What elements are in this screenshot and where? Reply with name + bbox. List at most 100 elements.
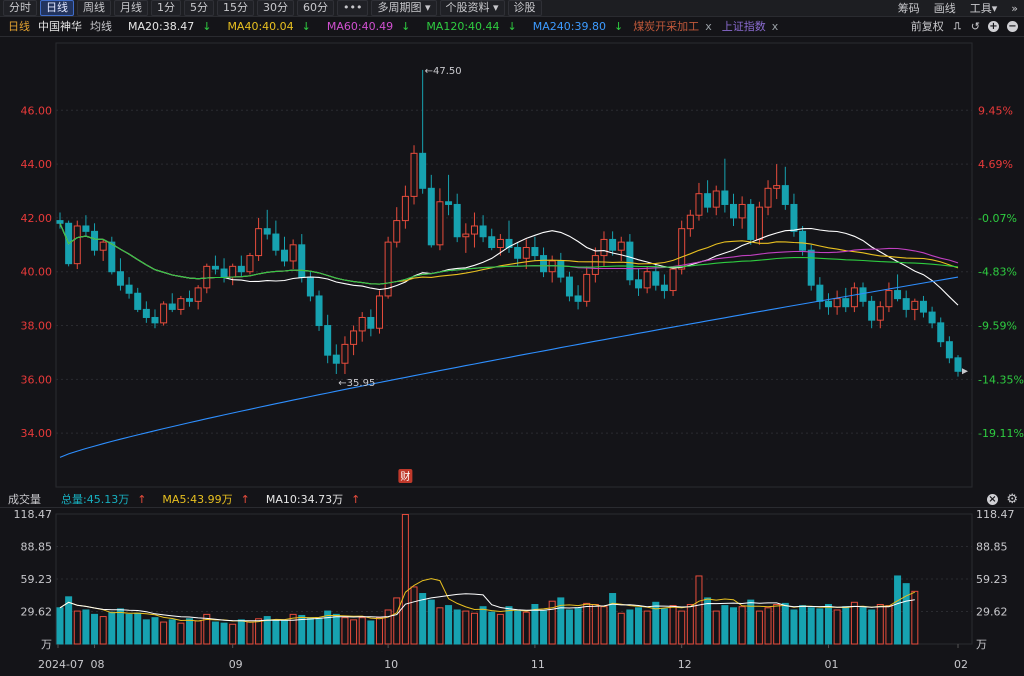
candle-down	[91, 230, 99, 251]
plot-border	[55, 42, 973, 488]
candle-up	[410, 152, 418, 197]
zoom-out-icon[interactable]: −	[1007, 20, 1018, 32]
volume-bar-up	[833, 609, 841, 645]
low-price-label: ←35.95	[338, 378, 375, 389]
close-icon[interactable]: x	[772, 20, 779, 33]
volume-chart[interactable]: 118.47 118.47 88.85 88.85 59.23 59.23 29.62 29.…	[0, 507, 1024, 676]
volume-bar-up	[73, 610, 81, 645]
vol-tick-label: 万	[976, 638, 987, 651]
clock-icon[interactable]: ⎍	[952, 21, 963, 32]
volume-ma10: MA10:34.73万 ↑	[265, 493, 361, 506]
candle-down	[211, 265, 219, 270]
gear-icon[interactable]: ⚙	[1006, 492, 1018, 507]
tab-1min[interactable]: 1分	[151, 0, 181, 16]
volume-bar-down	[116, 608, 124, 645]
candle-up	[393, 220, 401, 243]
stock-info-dropdown[interactable]: 个股资料 ▾	[439, 0, 505, 16]
pct-tick-label: -0.07%	[978, 212, 1017, 225]
tab-weekly[interactable]: 周线	[77, 0, 111, 16]
candle-up	[194, 287, 202, 302]
draw-line-button[interactable]: 画线	[934, 0, 956, 16]
x-tick-label: 02	[954, 658, 968, 671]
tab-monthly[interactable]: 月线	[114, 0, 148, 16]
overlay-index[interactable]: 上证指数	[722, 18, 766, 34]
candle-up	[678, 228, 686, 270]
adjust-label: 前复权	[910, 20, 944, 33]
candle-up	[289, 244, 297, 262]
volume-bar-down	[626, 609, 634, 645]
tools-label: 工具	[969, 2, 992, 15]
candlestick-chart[interactable]: 46.00 9.45% 44.00 4.69% 42.00 -0.07% 40.00 -4.8…	[0, 36, 1024, 492]
undo-icon[interactable]: ↺	[971, 20, 980, 33]
tab-30min[interactable]: 30分	[257, 0, 294, 16]
price-grid	[55, 42, 973, 488]
tab-intraday[interactable]: 分时	[3, 0, 37, 16]
candle-down	[557, 260, 565, 278]
close-icon[interactable]: x	[705, 20, 712, 33]
volume-bar-down	[168, 619, 176, 645]
volume-bar-up	[643, 610, 651, 645]
volume-bar-down	[565, 609, 573, 645]
volume-bar-down	[488, 611, 496, 645]
multi-period-dropdown[interactable]: 多周期图 ▾	[371, 0, 437, 16]
more-periods-button[interactable]: •••	[337, 0, 369, 16]
candle-down	[272, 233, 280, 251]
candle-up	[695, 193, 703, 216]
tab-15min[interactable]: 15分	[217, 0, 254, 16]
ma240-line	[59, 276, 959, 458]
volume-bar-down	[574, 607, 582, 645]
y-tick-label: 42.00	[21, 212, 53, 225]
ma120-value: MA120:40.44 ↓	[426, 19, 517, 33]
vol-tick-label: 29.62	[21, 605, 53, 618]
candle-down	[125, 284, 133, 294]
chip-button[interactable]: 筹码	[898, 0, 920, 16]
overlay-sector[interactable]: 煤炭开采加工	[633, 18, 699, 34]
candle-down	[790, 203, 798, 232]
x-tick-label: 09	[229, 658, 243, 671]
candle-down	[306, 276, 314, 297]
candle-down	[652, 271, 660, 286]
candle-up	[229, 265, 237, 278]
candle-up	[911, 300, 919, 310]
tools-dropdown[interactable]: 工具▾	[970, 0, 998, 16]
vol-tick-label: 29.62	[976, 605, 1008, 618]
candle-down	[937, 322, 945, 343]
volume-bar-down	[82, 609, 90, 645]
candle-down	[626, 241, 634, 281]
volume-bar-down	[186, 618, 194, 645]
volume-bar-up	[695, 575, 703, 645]
volume-bar-up	[522, 611, 530, 645]
volume-bar-down	[902, 583, 910, 645]
candle-down	[479, 225, 487, 238]
volume-bar-up	[911, 590, 919, 645]
volume-bar-down	[367, 620, 375, 645]
adjust-dropdown[interactable]: 前复权	[911, 18, 944, 34]
volume-bar-up	[591, 603, 599, 645]
volume-bar-down	[781, 602, 789, 645]
volume-bar-down	[220, 622, 228, 645]
volume-bar-down	[799, 605, 807, 645]
candle-up	[436, 201, 444, 246]
close-icon[interactable]: ×	[987, 493, 998, 505]
candle-down	[704, 193, 712, 208]
diagnose-button[interactable]: 诊股	[507, 0, 542, 16]
candle-down	[220, 268, 228, 278]
tab-daily[interactable]: 日线	[40, 0, 74, 16]
volume-bar-up	[876, 603, 884, 645]
candle-down	[928, 311, 936, 324]
x-tick-label: 01	[824, 658, 838, 671]
candle-down	[298, 244, 306, 278]
volume-bar-up	[885, 605, 893, 645]
x-tick-label: 12	[678, 658, 692, 671]
candle-up	[99, 241, 107, 251]
tab-60min[interactable]: 60分	[297, 0, 334, 16]
candle-up	[246, 255, 254, 273]
avg-label[interactable]: 均线	[90, 18, 112, 34]
candle-up	[177, 298, 185, 310]
volume-bar-up	[194, 620, 202, 645]
candle-up	[686, 214, 694, 230]
expand-icon[interactable]: »	[1011, 2, 1018, 15]
tab-5min[interactable]: 5分	[184, 0, 214, 16]
pct-tick-label: -19.11%	[978, 427, 1024, 440]
zoom-in-icon[interactable]: +	[988, 20, 999, 32]
